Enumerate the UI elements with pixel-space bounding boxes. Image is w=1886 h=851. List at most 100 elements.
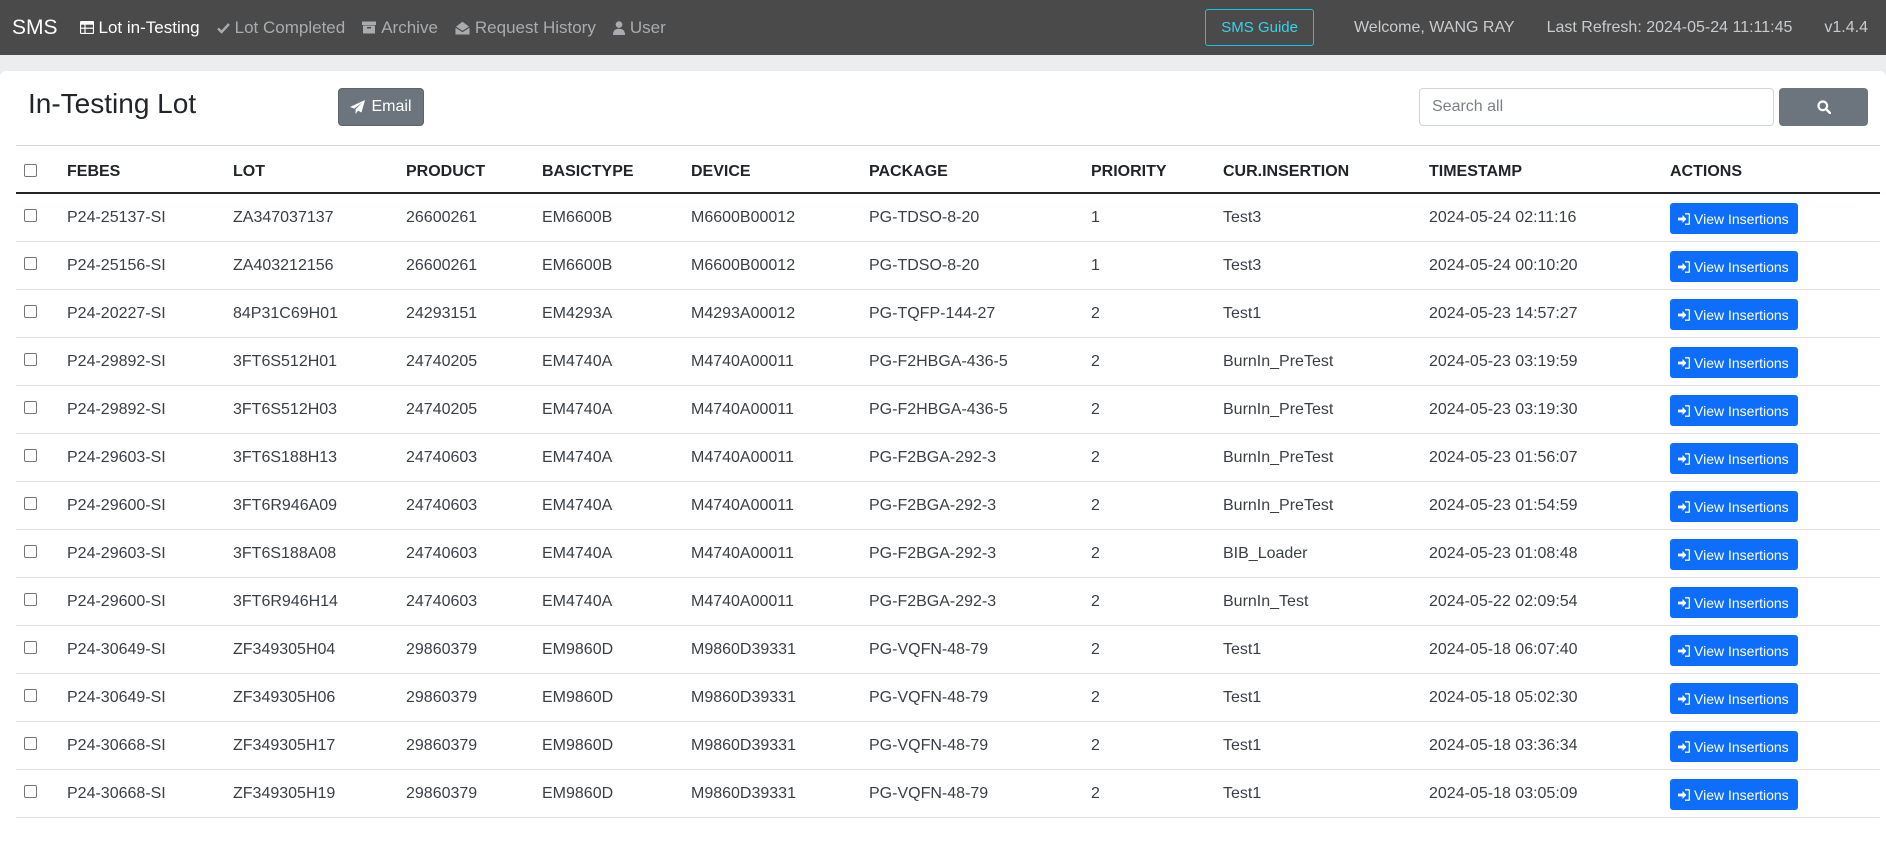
- header-febes[interactable]: FEBES: [67, 152, 233, 194]
- cell-basictype: EM9860D: [542, 721, 691, 770]
- table-row[interactable]: P24-30649-SI ZF349305H06 29860379 EM9860D M9…: [16, 673, 1880, 722]
- last-refresh-text: Last Refresh: 2024-05-24 11:11:45: [1546, 18, 1793, 36]
- cell-lot: ZF349305H17: [233, 721, 406, 770]
- top-navbar: SMS Lot in-Testing Lot Completed Archive: [0, 0, 1886, 55]
- view-insertions-button[interactable]: View Insertions: [1670, 635, 1798, 666]
- header-lot[interactable]: LOT: [233, 152, 406, 194]
- sign-in-icon: [1678, 308, 1690, 321]
- table-row[interactable]: P24-29600-SI 3FT6R946H14 24740603 EM4740A M4…: [16, 577, 1880, 626]
- table-row[interactable]: P24-29892-SI 3FT6S512H03 24740205 EM4740A M4…: [16, 385, 1880, 434]
- view-insertions-button[interactable]: View Insertions: [1670, 683, 1798, 714]
- view-insertions-button[interactable]: View Insertions: [1670, 491, 1798, 522]
- row-checkbox[interactable]: [24, 449, 37, 462]
- header-timestamp[interactable]: TIMESTAMP: [1429, 152, 1670, 194]
- cell-timestamp: 2024-05-18 05:02:30: [1429, 673, 1670, 722]
- nav-item-lot-in-testing[interactable]: Lot in-Testing: [79, 17, 200, 38]
- select-all-checkbox[interactable]: [24, 163, 37, 177]
- cell-timestamp: 2024-05-23 01:54:59: [1429, 481, 1670, 530]
- row-checkbox[interactable]: [24, 593, 37, 606]
- view-insertions-button[interactable]: View Insertions: [1670, 347, 1798, 378]
- cell-product: 26600261: [406, 193, 542, 242]
- cell-actions: View Insertions: [1670, 193, 1880, 242]
- nav-item-lot-completed[interactable]: Lot Completed: [216, 17, 346, 38]
- table-row[interactable]: P24-29892-SI 3FT6S512H01 24740205 EM4740A M4…: [16, 337, 1880, 386]
- table-row[interactable]: P24-30649-SI ZF349305H04 29860379 EM9860D M9…: [16, 625, 1880, 674]
- row-checkbox-cell: [16, 337, 67, 386]
- cell-febes: P24-29603-SI: [67, 529, 233, 578]
- row-checkbox[interactable]: [24, 401, 37, 414]
- view-insertions-button[interactable]: View Insertions: [1670, 251, 1798, 282]
- sign-in-icon: [1678, 644, 1690, 657]
- cell-timestamp: 2024-05-23 01:08:48: [1429, 529, 1670, 578]
- header-device[interactable]: DEVICE: [691, 152, 869, 194]
- search-button[interactable]: [1779, 88, 1868, 126]
- nav-item-request-history[interactable]: Request History: [455, 18, 596, 38]
- search-input[interactable]: [1419, 88, 1774, 126]
- view-insertions-button[interactable]: View Insertions: [1670, 731, 1798, 762]
- cell-product: 24740603: [406, 433, 542, 482]
- cell-priority: 2: [1091, 337, 1223, 386]
- row-checkbox[interactable]: [24, 209, 37, 222]
- cell-device: M4293A00012: [691, 289, 869, 338]
- cell-febes: P24-30668-SI: [67, 721, 233, 770]
- cell-product: 29860379: [406, 673, 542, 722]
- email-button[interactable]: Email: [338, 88, 424, 126]
- view-insertions-button[interactable]: View Insertions: [1670, 587, 1798, 618]
- row-checkbox[interactable]: [24, 353, 37, 366]
- view-insertions-button[interactable]: View Insertions: [1670, 203, 1798, 234]
- row-checkbox[interactable]: [24, 785, 37, 798]
- sms-guide-button[interactable]: SMS Guide: [1205, 9, 1314, 46]
- view-insertions-button[interactable]: View Insertions: [1670, 443, 1798, 474]
- row-checkbox[interactable]: [24, 689, 37, 702]
- header-basictype[interactable]: BASICTYPE: [542, 152, 691, 194]
- table-row[interactable]: P24-25137-SI ZA347037137 26600261 EM6600B M6…: [16, 193, 1880, 242]
- view-insertions-button[interactable]: View Insertions: [1670, 779, 1798, 810]
- cell-cur-insertion: Test1: [1223, 625, 1429, 674]
- nav-item-archive[interactable]: Archive: [362, 18, 438, 38]
- row-checkbox[interactable]: [24, 257, 37, 270]
- table-row[interactable]: P24-20227-SI 84P31C69H01 24293151 EM4293A M4…: [16, 289, 1880, 338]
- cell-product: 24740205: [406, 385, 542, 434]
- cell-actions: View Insertions: [1670, 721, 1880, 770]
- welcome-text: Welcome, WANG RAY: [1353, 18, 1515, 36]
- cell-product: 29860379: [406, 625, 542, 674]
- table-row[interactable]: P24-29600-SI 3FT6R946A09 24740603 EM4740A M4…: [16, 481, 1880, 530]
- cell-package: PG-F2BGA-292-3: [869, 577, 1091, 626]
- brand-logo[interactable]: SMS: [12, 16, 58, 40]
- archive-icon: [362, 21, 377, 34]
- row-checkbox[interactable]: [24, 305, 37, 318]
- view-insertions-label: View Insertions: [1694, 690, 1789, 707]
- cell-actions: View Insertions: [1670, 337, 1880, 386]
- header-cur-insertion[interactable]: CUR.INSERTION: [1223, 152, 1429, 194]
- cell-device: M4740A00011: [691, 385, 869, 434]
- table-body: P24-25137-SI ZA347037137 26600261 EM6600B M6…: [16, 193, 1880, 818]
- row-checkbox[interactable]: [24, 737, 37, 750]
- cell-actions: View Insertions: [1670, 673, 1880, 722]
- view-insertions-button[interactable]: View Insertions: [1670, 395, 1798, 426]
- table-row[interactable]: P24-29603-SI 3FT6S188H13 24740603 EM4740A M4…: [16, 433, 1880, 482]
- view-insertions-button[interactable]: View Insertions: [1670, 539, 1798, 570]
- cell-product: 24740603: [406, 529, 542, 578]
- header-package[interactable]: PACKAGE: [869, 152, 1091, 194]
- cell-cur-insertion: Test1: [1223, 289, 1429, 338]
- table-row[interactable]: P24-25156-SI ZA403212156 26600261 EM6600B M6…: [16, 241, 1880, 290]
- row-checkbox[interactable]: [24, 641, 37, 654]
- nav-item-label: Lot in-Testing: [98, 17, 200, 37]
- nav-item-user[interactable]: User: [612, 18, 666, 38]
- nav-item-label: Lot Completed: [234, 17, 346, 37]
- view-insertions-button[interactable]: View Insertions: [1670, 299, 1798, 330]
- table-row[interactable]: P24-30668-SI ZF349305H17 29860379 EM9860D M9…: [16, 721, 1880, 770]
- header-product[interactable]: PRODUCT: [406, 152, 542, 194]
- view-insertions-label: View Insertions: [1694, 306, 1789, 323]
- row-checkbox[interactable]: [24, 545, 37, 558]
- table-row[interactable]: P24-29603-SI 3FT6S188A08 24740603 EM4740A M4…: [16, 529, 1880, 578]
- cell-cur-insertion: BurnIn_Test: [1223, 577, 1429, 626]
- header-priority[interactable]: PRIORITY: [1091, 152, 1223, 194]
- search-icon: [1816, 100, 1831, 114]
- cell-basictype: EM4740A: [542, 433, 691, 482]
- cell-package: PG-F2HBGA-436-5: [869, 337, 1091, 386]
- row-checkbox[interactable]: [24, 497, 37, 510]
- table-row[interactable]: P24-30668-SI ZF349305H19 29860379 EM9860D M9…: [16, 769, 1880, 818]
- sign-in-icon: [1678, 452, 1690, 465]
- cell-timestamp: 2024-05-18 06:07:40: [1429, 625, 1670, 674]
